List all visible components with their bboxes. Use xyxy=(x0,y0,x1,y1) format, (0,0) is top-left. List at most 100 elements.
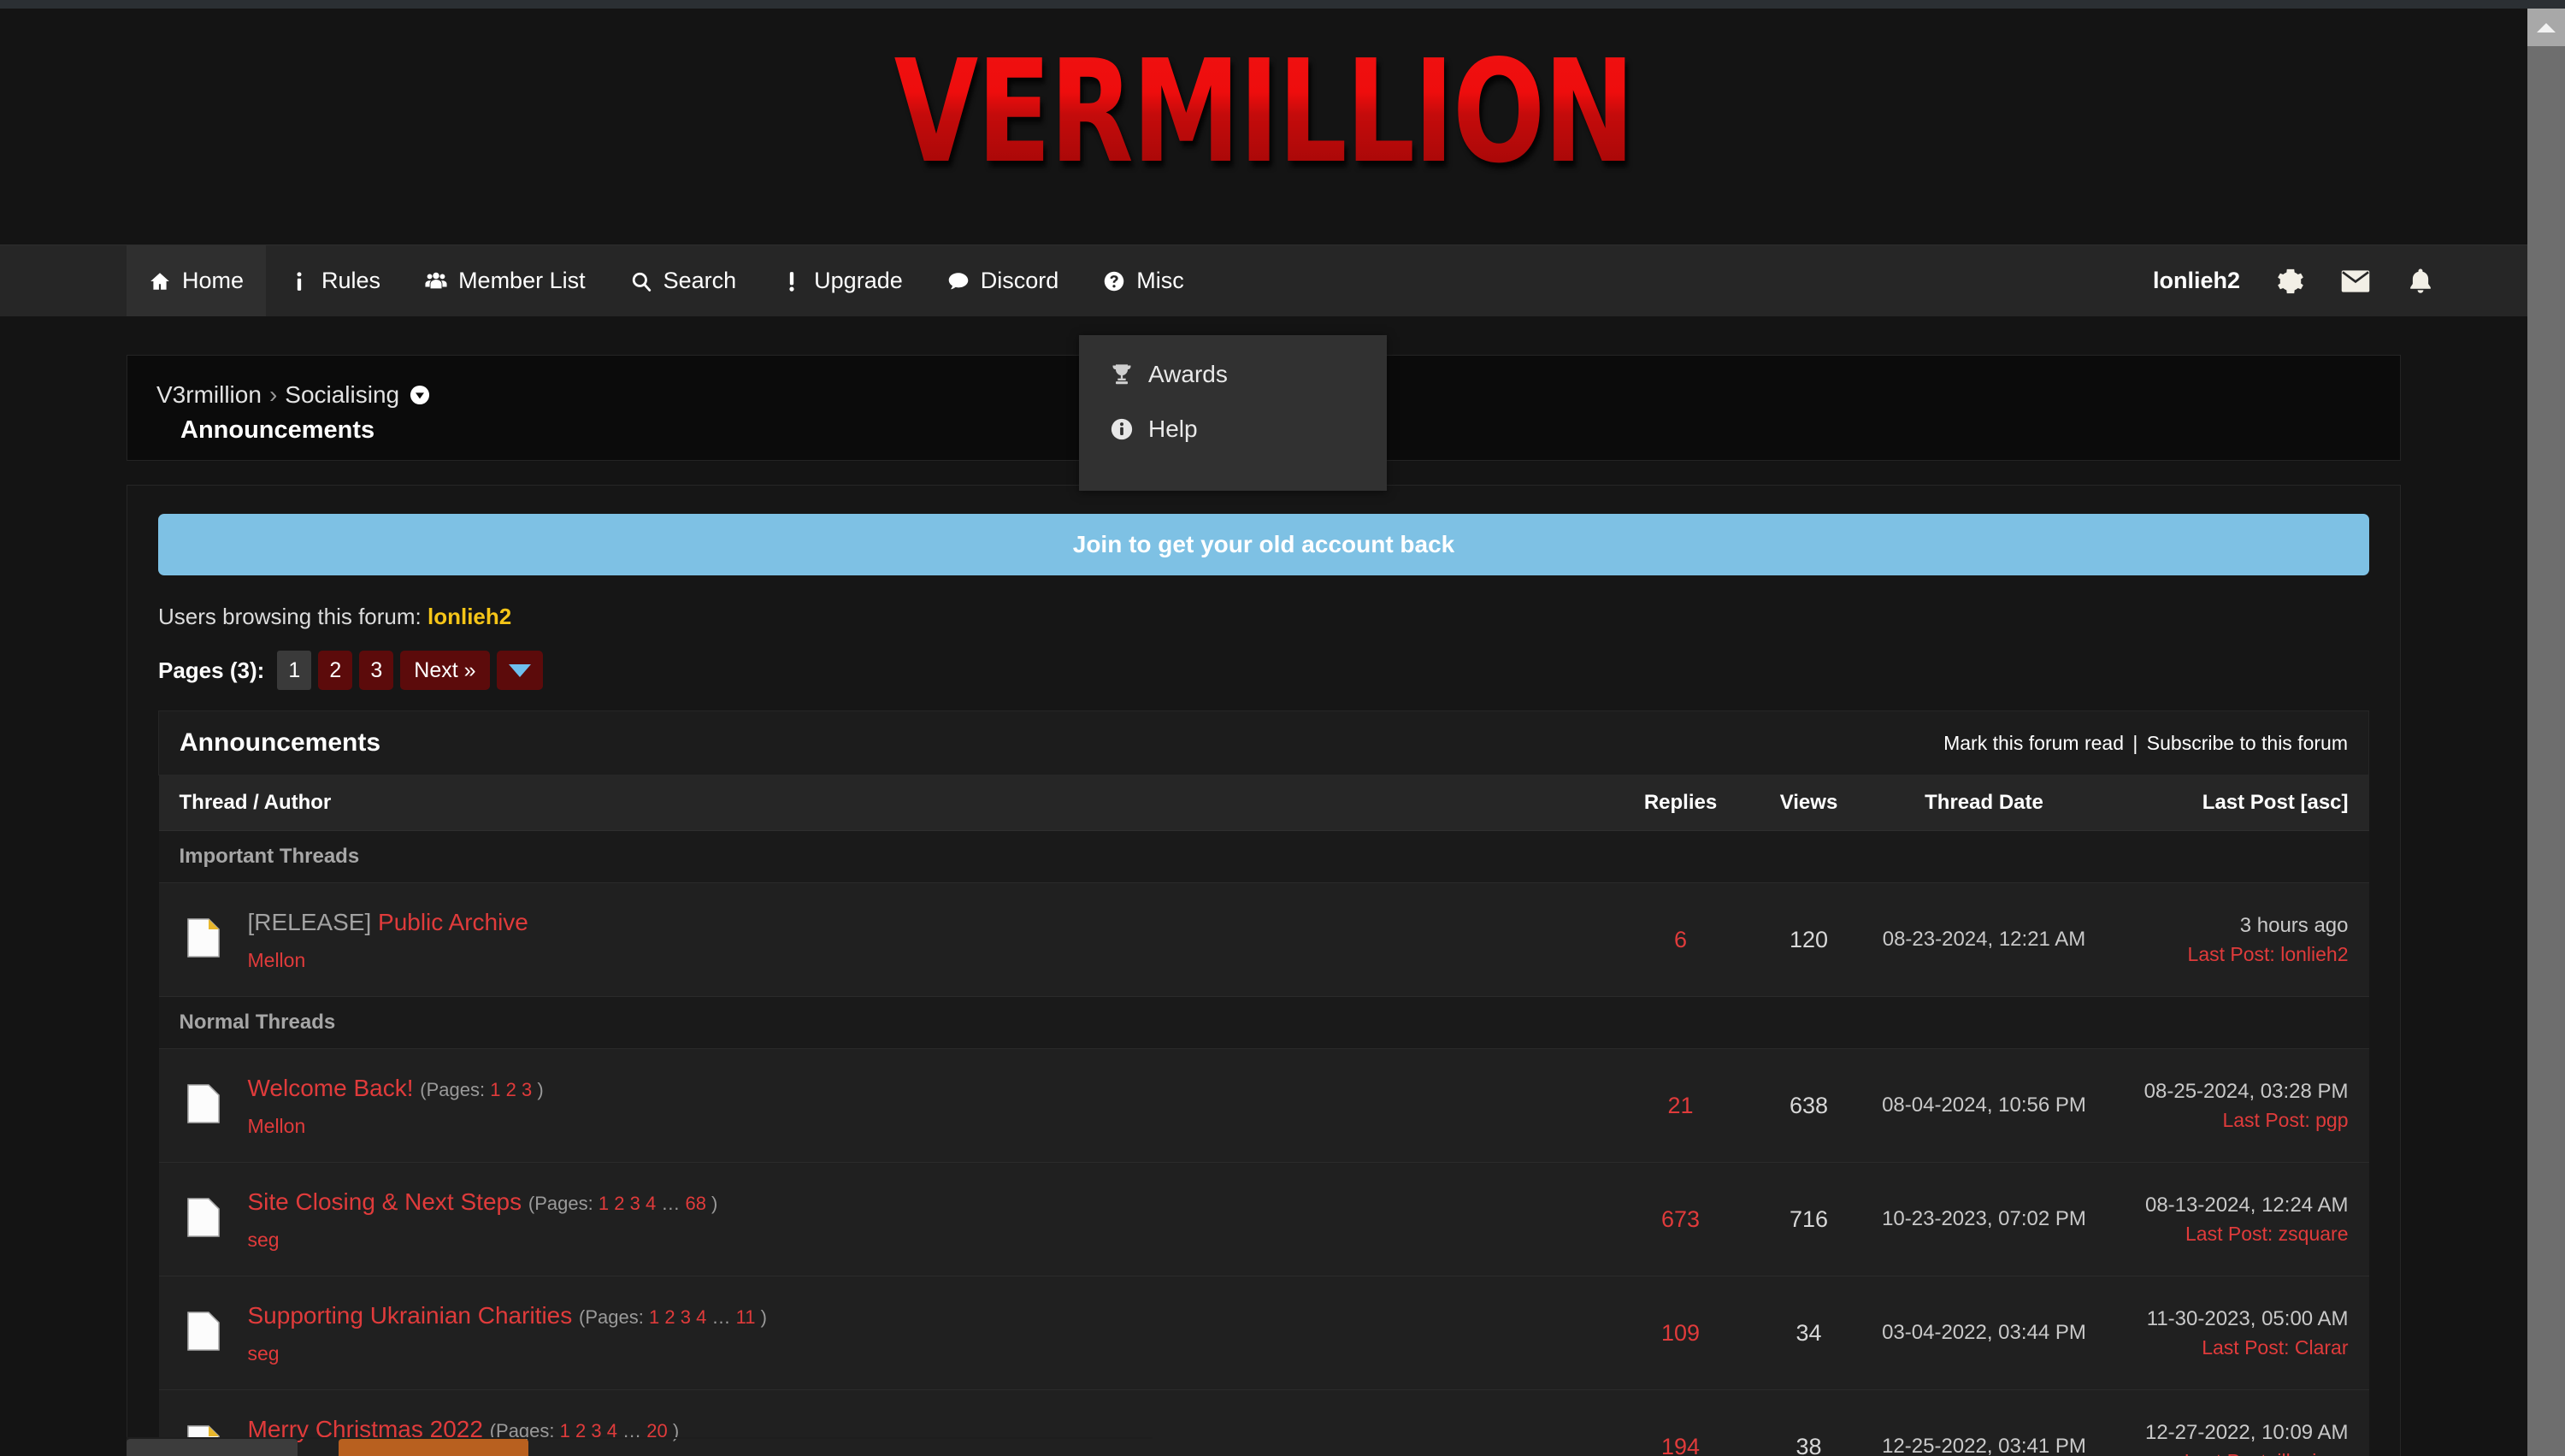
bottom-grey-button[interactable] xyxy=(127,1439,298,1456)
navbar-username[interactable]: lonlieh2 xyxy=(2153,268,2240,294)
thread-page-link[interactable]: 2 xyxy=(506,1079,516,1100)
thread-views-cell: 34 xyxy=(1744,1276,1873,1390)
nav-item-upgrade[interactable]: Upgrade xyxy=(758,245,925,316)
info-circle-icon xyxy=(1110,417,1134,441)
dropdown-item-awards[interactable]: Awards xyxy=(1079,347,1387,402)
nav-item-home[interactable]: Home xyxy=(127,245,267,316)
browser-window: VERMILLION Home Rules Member List Search… xyxy=(0,0,2565,1456)
pagination-jump-button[interactable] xyxy=(496,651,543,690)
table-row[interactable]: [RELEASE] Public Archive Mellon 6 120 08… xyxy=(158,882,2369,997)
thread-page-link[interactable]: 2 xyxy=(614,1193,624,1214)
table-row[interactable]: Site Closing & Next Steps (Pages: 1 2 3 … xyxy=(158,1162,2369,1276)
thread-date-cell: 08-23-2024, 12:21 AM xyxy=(1872,882,2096,997)
bottom-orange-button[interactable] xyxy=(339,1439,528,1456)
nav-item-misc[interactable]: Misc xyxy=(1081,245,1206,316)
thread-icon-cell xyxy=(158,1276,248,1390)
last-post-label: Last Post xyxy=(2222,1108,2305,1131)
thread-replies-link[interactable]: 21 xyxy=(1667,1093,1693,1118)
last-post-user-link[interactable]: lonlieh2 xyxy=(2280,943,2348,965)
column-thread-date[interactable]: Thread Date xyxy=(1872,775,2096,831)
chevron-down-circle-icon[interactable] xyxy=(409,384,431,406)
forum-table-title-row: Announcements Mark this forum read | Sub… xyxy=(158,710,2369,775)
thread-info-cell: Welcome Back! (Pages: 1 2 3 ) Mellon xyxy=(247,1048,1617,1163)
thread-page-last-link[interactable]: 68 xyxy=(685,1193,705,1214)
thread-table: Announcements Mark this forum read | Sub… xyxy=(158,710,2369,1456)
column-replies[interactable]: Replies xyxy=(1616,775,1745,831)
thread-last-post-cell: 08-25-2024, 03:28 PM Last Post: pgp xyxy=(2095,1048,2369,1163)
browser-top-strip xyxy=(0,0,2565,9)
nav-item-discord[interactable]: Discord xyxy=(925,245,1082,316)
vertical-scrollbar[interactable] xyxy=(2527,9,2565,1456)
scrollbar-thumb[interactable] xyxy=(2527,46,2565,1456)
gear-icon[interactable] xyxy=(2276,267,2305,296)
dropdown-item-help[interactable]: Help xyxy=(1079,402,1387,457)
thread-last-post-cell: 11-30-2023, 05:00 AM Last Post: Clarar xyxy=(2095,1276,2369,1390)
thread-replies-link[interactable]: 673 xyxy=(1661,1206,1700,1232)
breadcrumb-root[interactable]: V3rmillion xyxy=(156,381,262,409)
last-post-colon: : xyxy=(2304,1108,2316,1131)
last-post-user-link[interactable]: Clarar xyxy=(2295,1336,2349,1359)
thread-page-link[interactable]: 1 xyxy=(598,1193,609,1214)
last-post-date: 08-25-2024, 03:28 PM xyxy=(2143,1080,2349,1104)
thread-title-link[interactable]: Welcome Back! xyxy=(248,1075,414,1101)
thread-title-link[interactable]: Site Closing & Next Steps xyxy=(248,1188,522,1215)
users-browsing-user[interactable]: lonlieh2 xyxy=(428,604,511,629)
site-logo[interactable]: VERMILLION xyxy=(177,41,2350,183)
pagination-page-3[interactable]: 3 xyxy=(359,651,394,690)
subscribe-forum-link[interactable]: Subscribe to this forum xyxy=(2147,732,2348,754)
table-row[interactable]: Welcome Back! (Pages: 1 2 3 ) Mellon 21 … xyxy=(158,1048,2369,1163)
nav-item-search[interactable]: Search xyxy=(608,245,759,316)
thread-page-link[interactable]: 3 xyxy=(522,1079,532,1100)
thread-page-last-link[interactable]: 11 xyxy=(736,1306,756,1328)
thread-page-link[interactable]: 4 xyxy=(646,1193,656,1214)
last-post-user-link[interactable]: zsquare xyxy=(2279,1223,2349,1245)
envelope-icon[interactable] xyxy=(2341,267,2370,296)
thread-page-link[interactable]: 2 xyxy=(664,1306,675,1328)
thread-page-link[interactable]: 3 xyxy=(681,1306,691,1328)
last-post-label: Last Post xyxy=(2185,1450,2267,1456)
nav-item-rules[interactable]: Rules xyxy=(266,245,403,316)
thread-page-link[interactable]: 3 xyxy=(630,1193,640,1214)
thread-author: Mellon xyxy=(248,949,1600,972)
pagination-page-2[interactable]: 2 xyxy=(318,651,353,690)
thread-author-link[interactable]: seg xyxy=(248,1229,280,1251)
thread-title-link[interactable]: Public Archive xyxy=(378,909,528,935)
thread-title-link[interactable]: Supporting Ukrainian Charities xyxy=(248,1302,573,1329)
bottom-partial-controls xyxy=(127,1437,1153,1456)
thread-pages-ellipsis: … xyxy=(661,1193,681,1214)
last-post-date: 3 hours ago xyxy=(2239,914,2349,938)
thread-author-link[interactable]: Mellon xyxy=(248,1115,306,1137)
thread-author-link[interactable]: seg xyxy=(248,1342,280,1365)
actions-separator: | xyxy=(2132,731,2138,754)
column-views[interactable]: Views xyxy=(1744,775,1873,831)
nav-item-member-list[interactable]: Member List xyxy=(403,245,608,316)
join-banner[interactable]: Join to get your old account back xyxy=(158,514,2369,575)
thread-page-link[interactable]: 1 xyxy=(649,1306,659,1328)
thread-pages-ellipsis: … xyxy=(711,1306,731,1328)
bell-icon[interactable] xyxy=(2406,267,2435,296)
thread-replies-link[interactable]: 6 xyxy=(1674,927,1687,952)
last-post-user-link[interactable]: pgp xyxy=(2315,1109,2348,1131)
thread-replies-cell: 6 xyxy=(1616,882,1745,997)
page-viewport: VERMILLION Home Rules Member List Search… xyxy=(0,9,2527,1456)
pagination-page-1[interactable]: 1 xyxy=(277,651,312,690)
thread-page-link[interactable]: 4 xyxy=(696,1306,706,1328)
thread-info-cell: [RELEASE] Public Archive Mellon xyxy=(247,882,1617,997)
column-thread-author[interactable]: Thread / Author xyxy=(158,775,1617,831)
column-last-post[interactable]: Last Post [asc] xyxy=(2095,775,2369,831)
thread-replies-link[interactable]: 109 xyxy=(1661,1320,1700,1346)
table-row[interactable]: Supporting Ukrainian Charities (Pages: 1… xyxy=(158,1276,2369,1390)
pagination-next-button[interactable]: Next » xyxy=(400,651,490,690)
thread-page-link[interactable]: 1 xyxy=(490,1079,500,1100)
thread-author-link[interactable]: Mellon xyxy=(248,949,306,971)
dropdown-item-help-label: Help xyxy=(1148,416,1198,442)
scrollbar-up-button[interactable] xyxy=(2527,9,2565,46)
question-circle-icon xyxy=(1103,270,1125,292)
thread-views-cell: 120 xyxy=(1744,882,1873,997)
mark-forum-read-link[interactable]: Mark this forum read xyxy=(1943,732,2124,754)
pagination: Pages (3): 1 2 3 Next » xyxy=(158,651,2369,690)
last-post-colon: : xyxy=(2269,942,2281,965)
thread-replies-link[interactable]: 194 xyxy=(1661,1434,1700,1456)
last-post-user-link[interactable]: illunious xyxy=(2277,1450,2348,1456)
breadcrumb-section[interactable]: Socialising xyxy=(285,381,399,409)
